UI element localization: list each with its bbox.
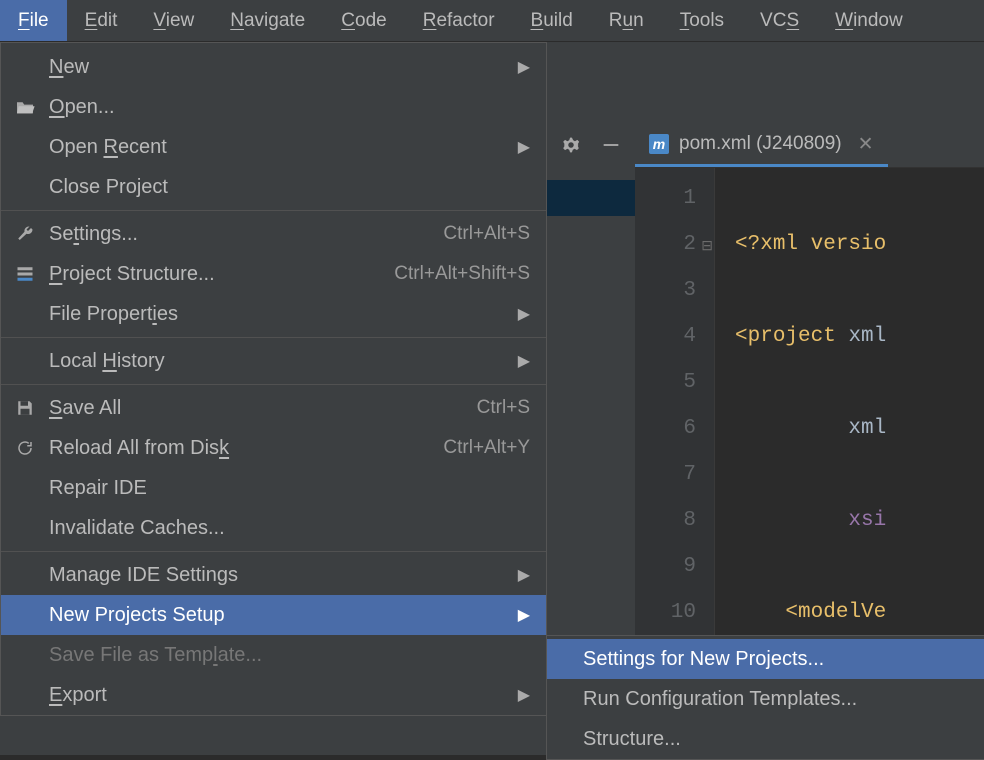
submenu-item-1[interactable]: Run Configuration Templates... bbox=[547, 679, 984, 719]
menu-shortcut: Ctrl+Alt+S bbox=[443, 223, 530, 245]
menu-item-label: Repair IDE bbox=[41, 477, 530, 500]
close-icon[interactable]: ✕ bbox=[852, 133, 874, 156]
file-menu-item-15[interactable]: Export▶ bbox=[1, 675, 546, 715]
tab-label: pom.xml (J240809) bbox=[679, 133, 842, 155]
separator bbox=[1, 210, 546, 211]
menubar: File Edit View Navigate Code Refactor Bu… bbox=[0, 0, 984, 42]
menu-item-label: Save File as Template... bbox=[41, 644, 530, 667]
editor-tab-bar: m pom.xml (J240809) ✕ bbox=[635, 124, 984, 168]
file-menu-item-13[interactable]: New Projects Setup▶ bbox=[1, 595, 546, 635]
chevron-right-icon: ▶ bbox=[508, 685, 530, 705]
submenu-item-0[interactable]: Settings for New Projects... bbox=[547, 639, 984, 679]
file-menu-item-0[interactable]: New▶ bbox=[1, 47, 546, 87]
editor-tab-pom[interactable]: m pom.xml (J240809) ✕ bbox=[635, 124, 888, 167]
minimize-icon[interactable] bbox=[600, 134, 622, 161]
blank-icon bbox=[9, 684, 41, 706]
file-menu-item-9[interactable]: Reload All from DiskCtrl+Alt+Y bbox=[1, 428, 546, 468]
file-menu-item-2[interactable]: Open Recent▶ bbox=[1, 127, 546, 167]
menu-build[interactable]: Build bbox=[513, 0, 591, 41]
file-dropdown: New▶Open...Open Recent▶Close ProjectSett… bbox=[0, 42, 547, 716]
chevron-right-icon: ▶ bbox=[508, 605, 530, 625]
maven-icon: m bbox=[649, 134, 669, 154]
blank-icon bbox=[9, 350, 41, 372]
blank-icon bbox=[9, 176, 41, 198]
file-menu-item-4[interactable]: Settings...Ctrl+Alt+S bbox=[1, 214, 546, 254]
blank-icon bbox=[9, 56, 41, 78]
menu-item-label: Export bbox=[41, 684, 508, 707]
menu-item-label: Local History bbox=[41, 350, 508, 373]
menu-item-label: Save All bbox=[41, 397, 477, 420]
menu-item-label: Close Project bbox=[41, 176, 530, 199]
menu-shortcut: Ctrl+Alt+Y bbox=[443, 437, 530, 459]
blank-icon bbox=[9, 136, 41, 158]
menu-view[interactable]: View bbox=[135, 0, 212, 41]
new-projects-setup-submenu: Settings for New Projects... Run Configur… bbox=[546, 635, 984, 760]
file-menu-item-5[interactable]: Project Structure...Ctrl+Alt+Shift+S bbox=[1, 254, 546, 294]
menu-tools[interactable]: Tools bbox=[662, 0, 742, 41]
menu-item-label: New bbox=[41, 56, 508, 79]
menu-file[interactable]: File bbox=[0, 0, 67, 41]
menu-item-label: Open... bbox=[41, 96, 530, 119]
reload-icon bbox=[9, 437, 41, 459]
file-menu-item-8[interactable]: Save AllCtrl+S bbox=[1, 388, 546, 428]
chevron-right-icon: ▶ bbox=[508, 57, 530, 77]
structure-icon bbox=[9, 263, 41, 285]
menu-navigate[interactable]: Navigate bbox=[212, 0, 323, 41]
submenu-item-label: Structure... bbox=[575, 728, 969, 751]
blank-icon bbox=[9, 644, 41, 666]
submenu-item-2[interactable]: Structure... bbox=[547, 719, 984, 759]
file-menu-item-3[interactable]: Close Project bbox=[1, 167, 546, 207]
submenu-item-label: Settings for New Projects... bbox=[575, 648, 969, 671]
chevron-right-icon: ▶ bbox=[508, 565, 530, 585]
menu-refactor[interactable]: Refactor bbox=[405, 0, 513, 41]
menu-item-label: Invalidate Caches... bbox=[41, 517, 530, 540]
menu-item-label: File Properties bbox=[41, 303, 508, 326]
wrench-icon bbox=[9, 223, 41, 245]
menu-item-label: Reload All from Disk bbox=[41, 437, 443, 460]
gear-icon[interactable] bbox=[560, 134, 582, 161]
menu-window[interactable]: Window bbox=[817, 0, 921, 41]
file-menu-item-6[interactable]: File Properties▶ bbox=[1, 294, 546, 334]
blank-icon bbox=[9, 303, 41, 325]
blank-icon bbox=[9, 564, 41, 586]
menu-vcs[interactable]: VCS bbox=[742, 0, 817, 41]
chevron-right-icon: ▶ bbox=[508, 304, 530, 324]
chevron-right-icon: ▶ bbox=[508, 137, 530, 157]
menu-code[interactable]: Code bbox=[323, 0, 404, 41]
chevron-right-icon: ▶ bbox=[508, 351, 530, 371]
submenu-item-label: Run Configuration Templates... bbox=[575, 688, 969, 711]
open-icon bbox=[9, 96, 41, 118]
menu-shortcut: Ctrl+S bbox=[477, 397, 530, 419]
file-menu-item-10[interactable]: Repair IDE bbox=[1, 468, 546, 508]
blank-icon bbox=[9, 477, 41, 499]
blank-icon bbox=[9, 604, 41, 626]
file-menu-item-12[interactable]: Manage IDE Settings▶ bbox=[1, 555, 546, 595]
separator bbox=[1, 337, 546, 338]
file-menu-item-7[interactable]: Local History▶ bbox=[1, 341, 546, 381]
menu-shortcut: Ctrl+Alt+Shift+S bbox=[394, 263, 530, 285]
fold-icon[interactable]: ⊟ bbox=[701, 224, 713, 270]
menu-run[interactable]: Run bbox=[591, 0, 662, 41]
separator bbox=[1, 551, 546, 552]
blank-icon bbox=[9, 517, 41, 539]
menu-item-label: Project Structure... bbox=[41, 263, 394, 286]
separator bbox=[1, 384, 546, 385]
menu-item-label: New Projects Setup bbox=[41, 604, 508, 627]
menu-edit[interactable]: Edit bbox=[67, 0, 136, 41]
file-menu-item-1[interactable]: Open... bbox=[1, 87, 546, 127]
file-menu-item-11[interactable]: Invalidate Caches... bbox=[1, 508, 546, 548]
menu-item-label: Manage IDE Settings bbox=[41, 564, 508, 587]
file-menu-item-14: Save File as Template... bbox=[1, 635, 546, 675]
menu-item-label: Open Recent bbox=[41, 136, 508, 159]
save-icon bbox=[9, 397, 41, 419]
menu-item-label: Settings... bbox=[41, 223, 443, 246]
